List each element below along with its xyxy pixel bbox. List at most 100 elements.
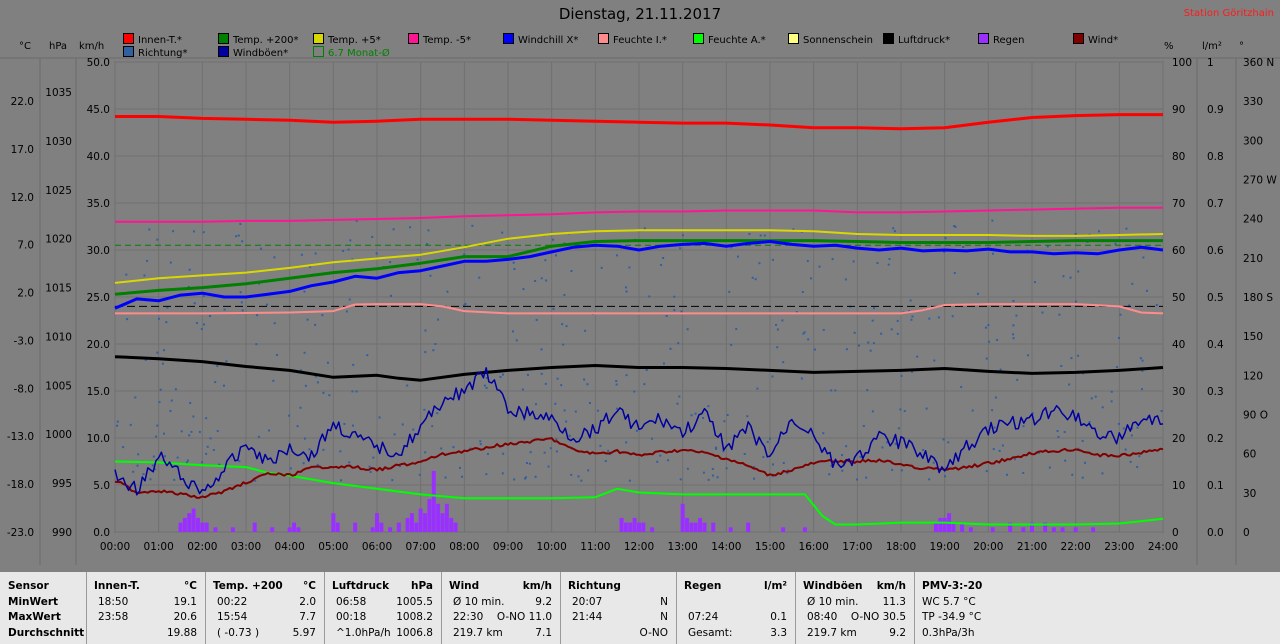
direction-point [1012, 337, 1015, 340]
rain-tick-label: 0.0 [1207, 527, 1224, 539]
direction-point [1027, 354, 1030, 357]
stats-time: 00:22 [217, 596, 248, 608]
rain-bar [680, 503, 685, 532]
rain-bar [292, 522, 297, 532]
direction-point [587, 469, 590, 472]
rain-tick-label: 0.8 [1207, 151, 1224, 163]
rain-bar [379, 522, 384, 532]
rain-bar [1060, 527, 1065, 532]
rain-bar [396, 522, 401, 532]
rain-bar [431, 470, 436, 532]
direction-point [326, 361, 329, 364]
stats-time: WC 5.7 °C [922, 596, 976, 608]
direction-point [437, 318, 440, 321]
rain-bar [296, 527, 301, 532]
legend-swatch [788, 33, 799, 44]
x-tick-label: 03:00 [231, 541, 261, 553]
direction-point [987, 340, 990, 343]
stats-unit: °C [184, 580, 197, 592]
direction-point [328, 394, 331, 397]
direction-point [137, 453, 140, 456]
direction-point [345, 310, 348, 313]
direction-point [515, 339, 518, 342]
stats-time: 22:30 [453, 611, 484, 623]
direction-point [1001, 444, 1004, 447]
direction-point [1122, 427, 1125, 430]
direction-point [852, 260, 855, 263]
stats-header: Temp. +200 [213, 580, 283, 592]
direction-point [991, 409, 994, 412]
direction-point [300, 253, 303, 256]
legend-swatch [598, 33, 609, 44]
stats-time: 20:07 [572, 596, 603, 608]
direction-point [762, 456, 765, 459]
stats-column: Regen l/m² 07:24 0.1 Gesamt: 3.3 [676, 572, 796, 644]
direction-point [985, 357, 988, 360]
rain-bar [942, 517, 947, 532]
rain-bar [353, 522, 358, 532]
direction-point [916, 355, 919, 358]
direction-point [222, 384, 225, 387]
direction-point [570, 269, 573, 272]
direction-point [136, 464, 139, 467]
direction-tick-label: 0 [1243, 527, 1250, 539]
direction-point [822, 328, 825, 331]
direction-point [461, 475, 464, 478]
direction-point [1068, 383, 1071, 386]
direction-point [736, 255, 739, 258]
humidity-tick-label: 90 [1172, 104, 1185, 116]
direction-point [676, 402, 679, 405]
direction-point [1056, 429, 1059, 432]
direction-point [170, 399, 173, 402]
direction-point [303, 437, 306, 440]
humidity-tick-label: 70 [1172, 198, 1185, 210]
direction-point [563, 409, 566, 412]
direction-point [156, 424, 159, 427]
direction-point [774, 323, 777, 326]
direction-point [142, 473, 145, 476]
rain-tick-label: 0.4 [1207, 339, 1224, 351]
direction-point [625, 441, 628, 444]
direction-point [189, 401, 192, 404]
direction-point [188, 268, 191, 271]
direction-point [1141, 359, 1144, 362]
direction-point [528, 462, 531, 465]
direction-point [342, 249, 345, 252]
direction-point [944, 237, 947, 240]
stats-time: ^1.0hPa/h [336, 627, 391, 639]
stats-table: Sensor MinWert MaxWert Durchschnitt Innen-T.… [0, 572, 1280, 644]
rain-bar [405, 517, 410, 532]
direction-point [831, 258, 834, 261]
direction-point [1124, 448, 1127, 451]
x-tick-label: 24:00 [1148, 541, 1178, 553]
rain-bar [270, 527, 275, 532]
rain-bar [213, 527, 218, 532]
direction-point [841, 469, 844, 472]
stats-column: Temp. +200 °C 00:22 2.0 15:54 7.7 ( -0.73 ) 5.9… [205, 572, 325, 644]
direction-point [806, 259, 809, 262]
direction-point [932, 461, 935, 464]
rain-bar [1091, 527, 1096, 532]
direction-point [1081, 476, 1084, 479]
stats-column: PMV-3:-20 WC 5.7 °C TP -34.9 °C 0.3hPa/3h [914, 572, 1014, 644]
direction-point [1063, 431, 1066, 434]
direction-point [116, 424, 119, 427]
stats-value: 19.1 [173, 596, 197, 608]
direction-point [1074, 300, 1077, 303]
direction-point [899, 408, 902, 411]
direction-point [1145, 289, 1148, 292]
direction-point [625, 286, 628, 289]
direction-point [680, 310, 683, 313]
rain-bar [409, 513, 414, 532]
x-tick-label: 23:00 [1104, 541, 1134, 553]
direction-point [308, 448, 311, 451]
direction-point [1160, 410, 1163, 413]
direction-point [562, 343, 565, 346]
direction-point [690, 414, 693, 417]
temp-tick-label: -13.0 [7, 431, 34, 443]
temp-tick-label: 22.0 [11, 96, 34, 108]
direction-point [633, 390, 636, 393]
rain-bar [685, 517, 690, 532]
x-tick-label: 16:00 [799, 541, 829, 553]
direction-point [512, 330, 515, 333]
